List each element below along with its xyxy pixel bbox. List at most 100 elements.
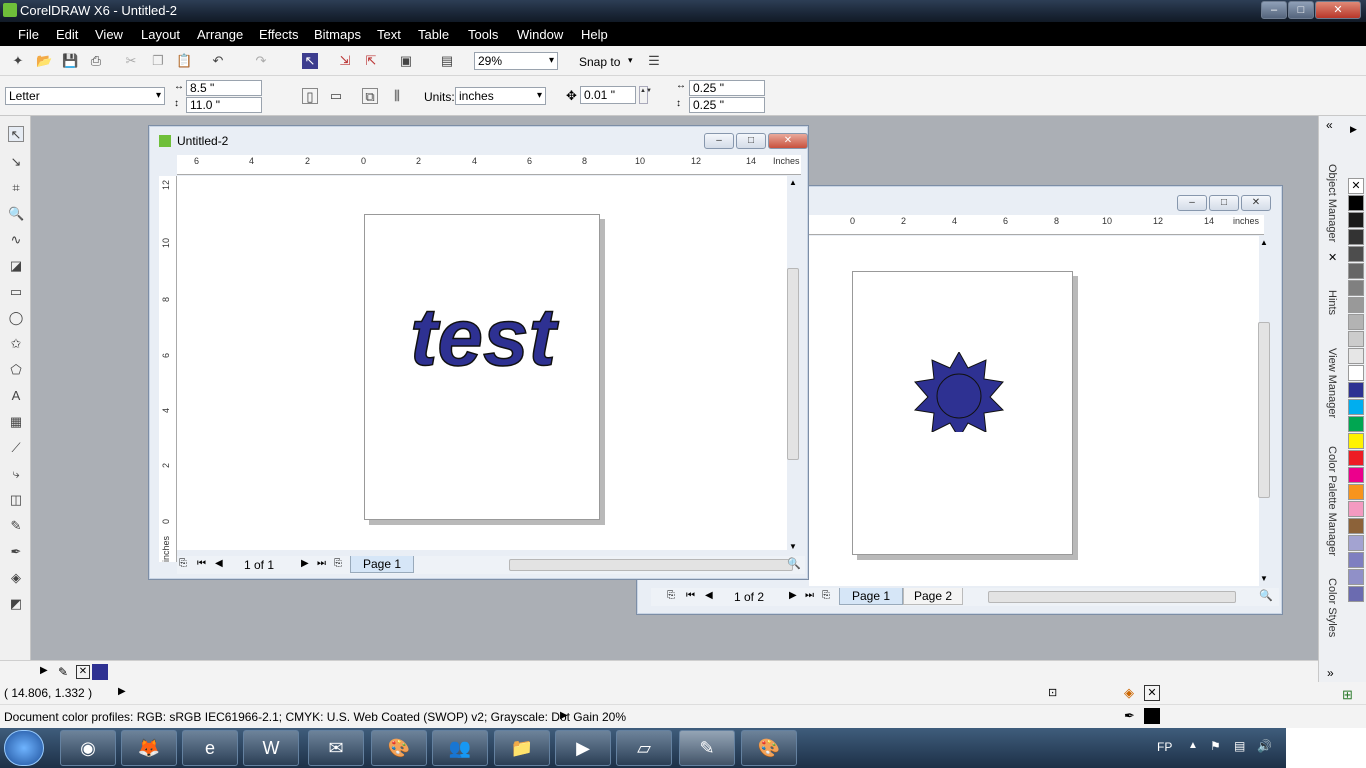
taskbar-palette[interactable]: 🎨: [741, 730, 797, 766]
doc1-close-button[interactable]: ✕: [768, 133, 808, 149]
volume-icon[interactable]: 🔊: [1257, 739, 1272, 753]
freehand-tool-icon[interactable]: ∿: [8, 232, 24, 248]
open-icon[interactable]: 📂: [36, 53, 52, 69]
menu-help[interactable]: Help: [581, 27, 608, 42]
status-arrow-icon[interactable]: ▶: [118, 686, 126, 697]
all-pages-icon[interactable]: ⧉: [362, 88, 378, 104]
palette-swatch[interactable]: [1348, 433, 1364, 449]
no-color-swatch[interactable]: ✕: [76, 665, 90, 679]
last-page-icon[interactable]: ⏭: [317, 558, 326, 569]
palette-swatch[interactable]: [1348, 331, 1364, 347]
docker-tab-object-manager[interactable]: Object Manager: [1326, 164, 1338, 242]
effects-tool-icon[interactable]: ◫: [8, 492, 24, 508]
clock-area[interactable]: [1286, 728, 1366, 768]
profile-arrow-icon[interactable]: ▶: [560, 710, 568, 721]
add-page-after-icon[interactable]: ⎘: [822, 590, 830, 601]
basic-shapes-icon[interactable]: ⬠: [8, 362, 24, 378]
current-page-icon[interactable]: ⫼: [389, 88, 405, 104]
rectangle-tool-icon[interactable]: ▭: [8, 284, 24, 300]
landscape-icon[interactable]: ▭: [328, 88, 344, 104]
text-object[interactable]: test: [365, 275, 601, 395]
zoom-view-icon[interactable]: 🔍: [787, 557, 801, 570]
menu-view[interactable]: View: [95, 27, 123, 42]
options-icon[interactable]: ☰: [646, 53, 662, 69]
palette-swatch[interactable]: [1348, 365, 1364, 381]
connector-tool-icon[interactable]: ⤷: [8, 466, 24, 482]
taskbar-word[interactable]: W: [243, 730, 299, 766]
palette-swatch[interactable]: [1348, 416, 1364, 432]
redo-icon[interactable]: ↷: [253, 53, 269, 69]
tab-page-2[interactable]: Page 2: [903, 588, 964, 605]
taskbar-chrome[interactable]: ◉: [60, 730, 116, 766]
scroll-up-icon[interactable]: ▲: [789, 178, 797, 187]
palette-swatch[interactable]: [1348, 467, 1364, 483]
menu-text[interactable]: Text: [377, 27, 401, 42]
taskbar-media[interactable]: ▶: [555, 730, 611, 766]
import-icon[interactable]: ⇲: [337, 53, 353, 69]
star-shape[interactable]: [911, 352, 1007, 432]
palette-swatch[interactable]: [1348, 569, 1364, 585]
first-page-icon[interactable]: ⏮: [686, 590, 695, 601]
menu-table[interactable]: Table: [418, 27, 449, 42]
close-docker-icon[interactable]: ✕: [1328, 251, 1337, 264]
copy-icon[interactable]: ❐: [150, 53, 166, 69]
quick-customize-icon[interactable]: ⊞: [1342, 687, 1353, 703]
doc2-vertical-scrollbar[interactable]: [1258, 322, 1270, 498]
tray-arrow-icon[interactable]: ▲: [1188, 740, 1198, 751]
palette-swatch[interactable]: [1348, 297, 1364, 313]
menu-tools[interactable]: Tools: [468, 27, 498, 42]
add-page-icon[interactable]: ⎘: [667, 590, 675, 601]
dimension-tool-icon[interactable]: ⟋: [8, 440, 24, 456]
next-page-icon[interactable]: ▶: [789, 590, 797, 601]
eyedropper-icon[interactable]: ✎: [58, 665, 68, 679]
palette-swatch[interactable]: [1348, 535, 1364, 551]
palette-swatch[interactable]: [1348, 314, 1364, 330]
menu-window[interactable]: Window: [517, 27, 563, 42]
add-page-icon[interactable]: ⎘: [179, 558, 187, 569]
expand-docker-icon[interactable]: »: [1327, 666, 1334, 680]
shape-tool-icon[interactable]: ↘: [8, 154, 24, 170]
docker-tab-color-palette-manager[interactable]: Color Palette Manager: [1326, 446, 1338, 556]
doc1-minimize-button[interactable]: –: [704, 133, 734, 149]
taskbar-outlook[interactable]: ✉: [308, 730, 364, 766]
taskbar-paint[interactable]: 🎨: [371, 730, 427, 766]
language-indicator[interactable]: FP: [1157, 740, 1172, 754]
zoom-level-dropdown[interactable]: 29%: [474, 52, 558, 70]
nudge-spinner[interactable]: ▲▼: [639, 86, 652, 104]
doc1-vertical-scrollbar[interactable]: [787, 268, 799, 460]
fill-none-swatch[interactable]: ✕: [1144, 685, 1160, 701]
taskbar-firefox[interactable]: 🦊: [121, 730, 177, 766]
docker-tab-view-manager[interactable]: View Manager: [1326, 348, 1338, 418]
snap-to-dropdown[interactable]: Snap to: [579, 55, 620, 69]
scroll-down-icon[interactable]: ▼: [789, 542, 797, 551]
prev-page-icon[interactable]: ◀: [705, 590, 713, 601]
test-text[interactable]: test: [409, 291, 560, 384]
duplicate-distance-x-field[interactable]: 0.25 ": [689, 80, 765, 96]
paste-icon[interactable]: 📋: [176, 53, 192, 69]
docker-tab-hints[interactable]: Hints: [1326, 290, 1338, 315]
next-page-icon[interactable]: ▶: [301, 558, 309, 569]
palette-swatch[interactable]: [1348, 484, 1364, 500]
palette-swatch[interactable]: [1348, 382, 1364, 398]
collapse-docker-icon[interactable]: «: [1326, 118, 1333, 132]
doc1-horizontal-scrollbar[interactable]: [509, 559, 793, 571]
nudge-distance-field[interactable]: 0.01 ": [580, 86, 636, 104]
scroll-down-icon[interactable]: ▼: [1260, 574, 1268, 583]
fill-tool-icon[interactable]: ◈: [8, 570, 24, 586]
search-content-icon[interactable]: ↖: [302, 53, 318, 69]
palette-swatch[interactable]: [1348, 552, 1364, 568]
palette-swatch[interactable]: [1348, 195, 1364, 211]
minimize-button[interactable]: –: [1261, 1, 1287, 19]
menu-arrange[interactable]: Arrange: [197, 27, 243, 42]
doc2-horizontal-scrollbar[interactable]: [988, 591, 1236, 603]
close-button[interactable]: ✕: [1315, 1, 1361, 19]
taskbar-ie[interactable]: e: [182, 730, 238, 766]
menu-layout[interactable]: Layout: [141, 27, 180, 42]
doc2-close-button[interactable]: ✕: [1241, 195, 1271, 211]
palette-swatch[interactable]: [1348, 212, 1364, 228]
taskbar-people[interactable]: 👥: [432, 730, 488, 766]
add-page-after-icon[interactable]: ⎘: [334, 558, 342, 569]
zoom-view-icon[interactable]: 🔍: [1259, 589, 1273, 602]
palette-swatch[interactable]: [1348, 450, 1364, 466]
undo-icon[interactable]: ↶: [210, 53, 226, 69]
